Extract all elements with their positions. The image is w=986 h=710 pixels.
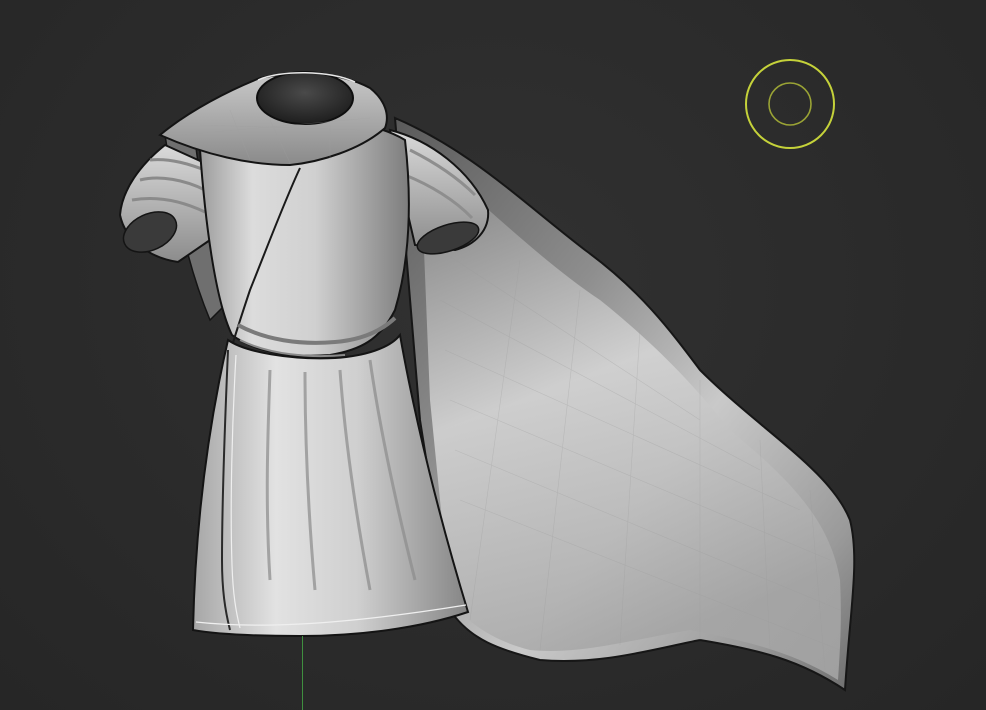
navigation-gizmo-icon[interactable] [744, 58, 836, 150]
y-axis-line [302, 636, 303, 710]
3d-viewport[interactable] [0, 0, 986, 710]
sculpt-model[interactable] [0, 0, 986, 710]
